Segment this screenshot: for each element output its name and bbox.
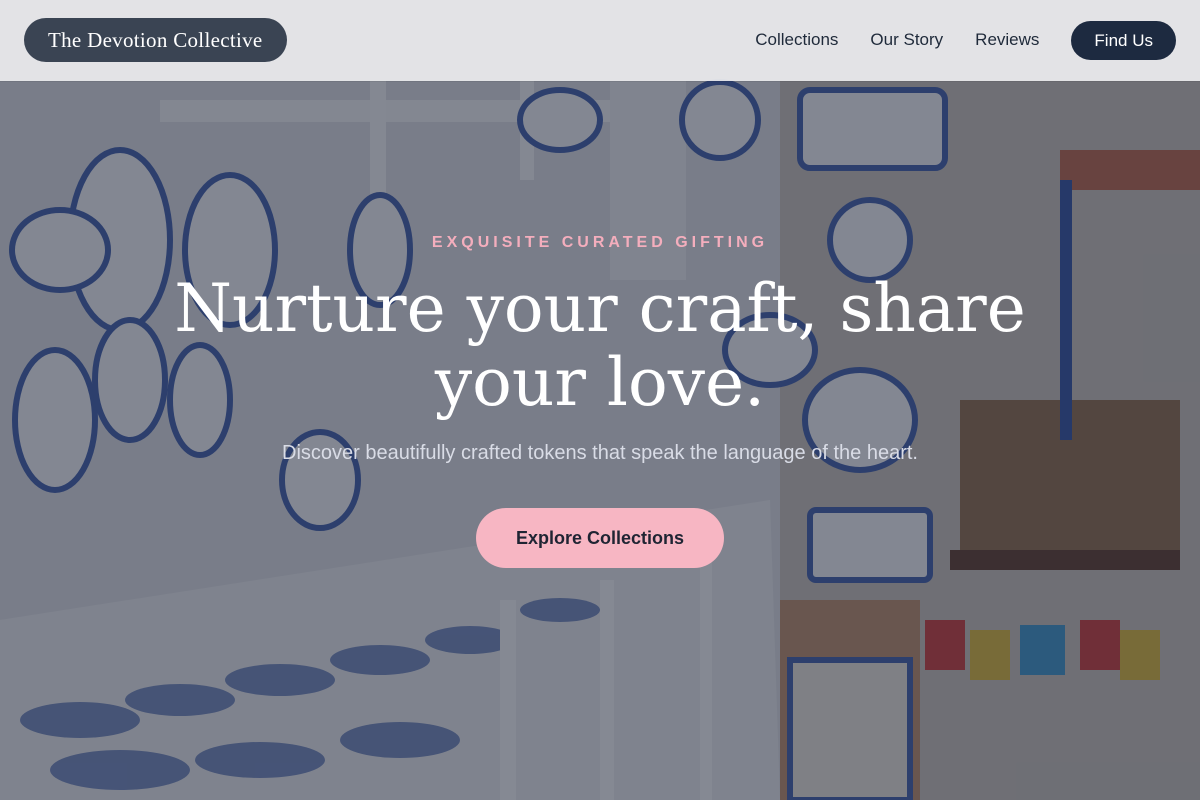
hero-subheading: Discover beautifully crafted tokens that…: [282, 442, 918, 464]
hero-section: EXQUISITE CURATED GIFTING Nurture your c…: [0, 0, 1200, 800]
explore-collections-button[interactable]: Explore Collections: [476, 508, 724, 568]
hero-headline: Nurture your craft, share your love.: [174, 270, 1026, 421]
hero-eyebrow: EXQUISITE CURATED GIFTING: [431, 234, 769, 251]
